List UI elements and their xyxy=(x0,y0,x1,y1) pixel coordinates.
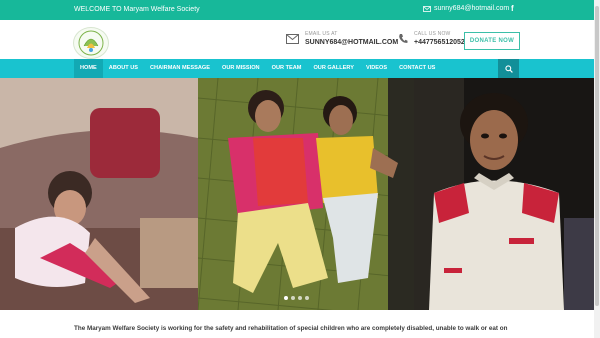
email-value: SUNNY684@HOTMAIL.COM xyxy=(305,39,399,46)
slide-photo-two-children-on-mat xyxy=(198,78,414,310)
nav-item-home[interactable]: HOME xyxy=(74,59,103,78)
slider-dot[interactable] xyxy=(291,296,295,300)
nav-item-chairman-message[interactable]: CHAIRMAN MESSAGE xyxy=(144,59,216,78)
nav-item-our-gallery[interactable]: OUR GALLERY xyxy=(307,59,360,78)
slide-photo-child-on-sofa xyxy=(0,78,198,310)
email-caption: EMAIL US AT xyxy=(305,31,338,37)
call-caption: CALL US NOW xyxy=(414,31,451,37)
slider-dot[interactable] xyxy=(298,296,302,300)
search-icon xyxy=(504,64,513,73)
topbar-email-text: sunny684@hotmail.com xyxy=(434,5,510,12)
donate-button[interactable]: DONATE NOW xyxy=(464,32,520,50)
site-logo[interactable] xyxy=(73,27,109,59)
scrollbar-thumb[interactable] xyxy=(595,6,599,306)
phone-icon xyxy=(399,34,408,43)
topbar-email[interactable]: sunny684@hotmail.com xyxy=(423,5,509,12)
mail-icon xyxy=(423,5,431,12)
page-scrollbar[interactable] xyxy=(594,0,600,338)
nav-item-our-mission[interactable]: OUR MISSION xyxy=(216,59,266,78)
nav-item-videos[interactable]: VIDEOS xyxy=(360,59,393,78)
nav-item-our-team[interactable]: OUR TEAM xyxy=(266,59,308,78)
logo-emblem-icon xyxy=(78,30,104,56)
slider-dots xyxy=(284,296,309,300)
top-bar: WELCOME TO Maryam Welfare Society sunny6… xyxy=(0,0,600,20)
facebook-icon[interactable]: f xyxy=(511,4,514,13)
call-value: +447756512052 xyxy=(414,39,465,46)
nav-item-about-us[interactable]: ABOUT US xyxy=(103,59,144,78)
header-phone[interactable]: CALL US NOW +447756512052 xyxy=(398,31,465,46)
header-email[interactable]: EMAIL US AT SUNNY684@HOTMAIL.COM xyxy=(286,31,398,46)
nav-items: HOME ABOUT US CHAIRMAN MESSAGE OUR MISSI… xyxy=(74,59,441,78)
slider-dot[interactable] xyxy=(284,296,288,300)
intro-text: The Maryam Welfare Society is working fo… xyxy=(74,325,508,332)
welcome-text: WELCOME TO Maryam Welfare Society xyxy=(74,6,200,13)
slide-photo-boy-portrait xyxy=(414,78,600,310)
image-slider[interactable] xyxy=(0,78,600,310)
envelope-icon xyxy=(286,33,299,44)
slider-dot[interactable] xyxy=(305,296,309,300)
nav-item-contact-us[interactable]: CONTACT US xyxy=(393,59,441,78)
search-button[interactable] xyxy=(498,59,519,78)
